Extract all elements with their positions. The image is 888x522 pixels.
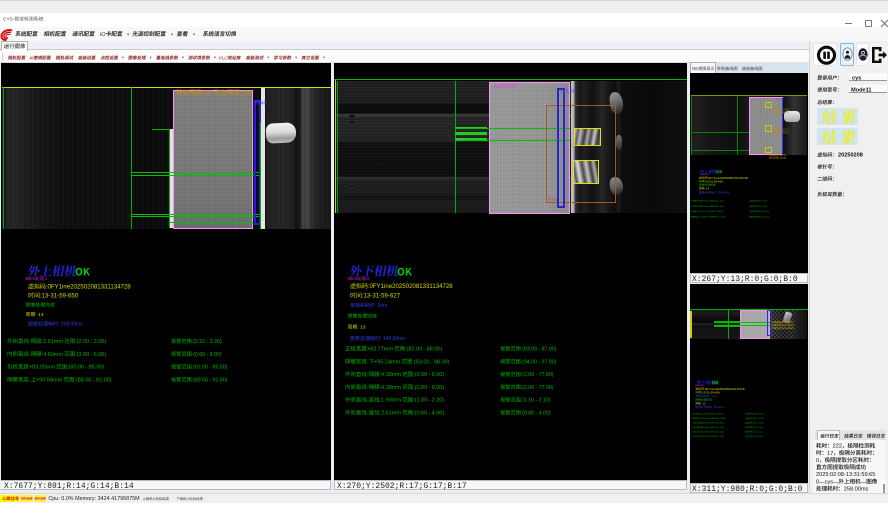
svg-text:CYS-: CYS- bbox=[3, 17, 15, 23]
